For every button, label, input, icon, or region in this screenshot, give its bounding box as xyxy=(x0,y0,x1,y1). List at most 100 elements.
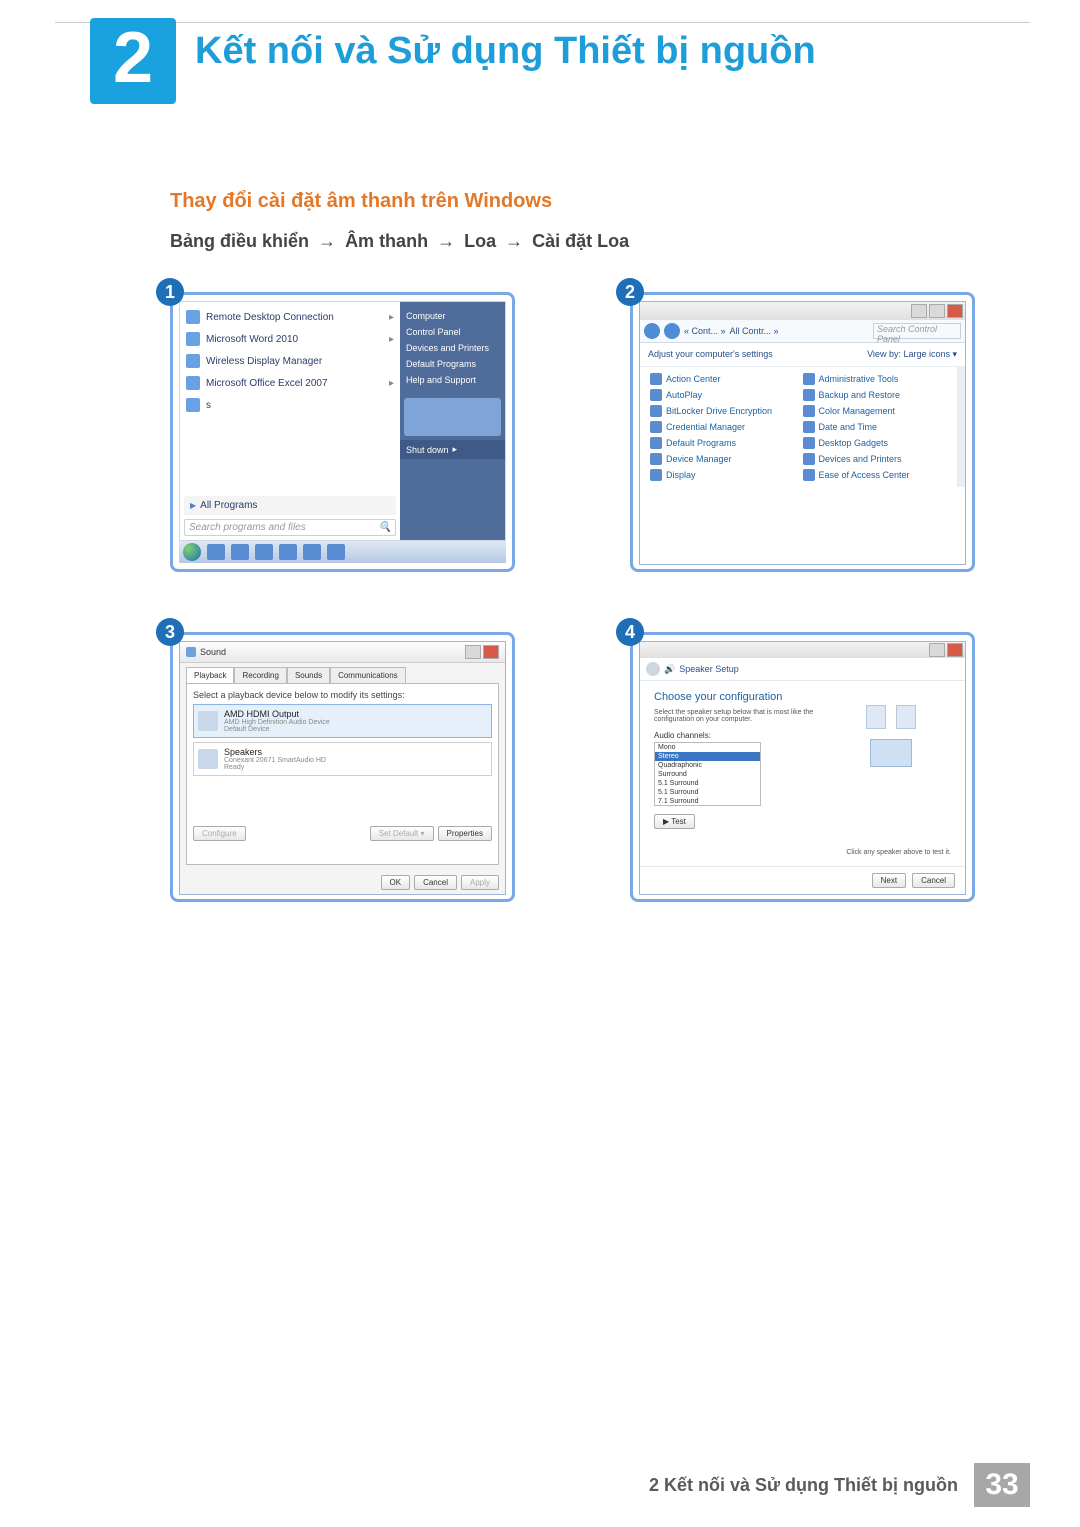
taskbar-item[interactable] xyxy=(303,544,321,560)
tab-communications[interactable]: Communications xyxy=(330,667,406,683)
display-icon xyxy=(650,469,662,481)
cp-item[interactable]: Date and Time xyxy=(803,421,948,433)
arrow-icon: → xyxy=(437,231,455,251)
playback-device[interactable]: AMD HDMI Output AMD High Definition Audi… xyxy=(193,704,492,738)
cp-item[interactable]: Default Programs xyxy=(650,437,795,449)
close-icon[interactable] xyxy=(483,645,499,659)
list-item[interactable]: Stereo xyxy=(655,752,760,761)
maximize-icon[interactable] xyxy=(929,304,945,318)
forward-icon[interactable] xyxy=(664,323,680,339)
start-right-item[interactable]: Devices and Printers xyxy=(406,340,499,356)
app-icon xyxy=(186,310,200,324)
start-menu-right: Computer Control Panel Devices and Print… xyxy=(400,302,505,540)
device-sub: Conexant 20671 SmartAudio HD xyxy=(224,757,326,764)
search-input[interactable]: Search Control Panel xyxy=(873,323,961,339)
cp-item[interactable]: Administrative Tools xyxy=(803,373,948,385)
list-item[interactable]: Surround xyxy=(655,770,760,779)
device-name: Speakers xyxy=(224,747,326,757)
cp-item[interactable]: Backup and Restore xyxy=(803,389,948,401)
start-right-item[interactable]: Help and Support xyxy=(406,372,499,388)
list-item[interactable]: Mono xyxy=(655,743,760,752)
minimize-icon[interactable] xyxy=(929,643,945,657)
cp-item[interactable]: Desktop Gadgets xyxy=(803,437,948,449)
apply-button[interactable]: Apply xyxy=(461,875,499,890)
gadgets-icon xyxy=(803,437,815,449)
list-item[interactable]: Quadraphonic xyxy=(655,761,760,770)
cp-item[interactable]: BitLocker Drive Encryption xyxy=(650,405,795,417)
chevron-right-icon: ▸ xyxy=(453,444,458,455)
cp-item[interactable]: Devices and Printers xyxy=(803,453,948,465)
list-item[interactable]: 5.1 Surround xyxy=(655,788,760,797)
taskbar-item[interactable] xyxy=(327,544,345,560)
tab-recording[interactable]: Recording xyxy=(234,667,286,683)
cp-item-label: Display xyxy=(666,470,696,480)
list-item[interactable]: 7.1 Surround xyxy=(655,797,760,806)
speaker-graphic-icon[interactable] xyxy=(866,705,886,729)
cp-item[interactable]: Device Manager xyxy=(650,453,795,465)
configure-button[interactable]: Configure xyxy=(193,826,246,841)
step-3: 3 Sound Playback Recording Sounds Commun… xyxy=(170,632,540,902)
cp-item[interactable]: Action Center xyxy=(650,373,795,385)
cp-item[interactable]: AutoPlay xyxy=(650,389,795,401)
step-number-badge: 1 xyxy=(156,278,184,306)
cp-item-label: Administrative Tools xyxy=(819,374,899,384)
cp-item[interactable]: Credential Manager xyxy=(650,421,795,433)
start-right-item[interactable]: Control Panel xyxy=(406,324,499,340)
start-menu-item[interactable]: Microsoft Office Excel 2007▸ xyxy=(184,372,396,394)
minimize-icon[interactable] xyxy=(911,304,927,318)
tab-playback[interactable]: Playback xyxy=(186,667,234,683)
breadcrumb[interactable]: « Cont... » xyxy=(684,326,726,336)
cp-item-label: Action Center xyxy=(666,374,721,384)
device-icon xyxy=(198,749,218,769)
start-menu-item[interactable]: Microsoft Word 2010▸ xyxy=(184,328,396,350)
list-item[interactable]: 5.1 Surround xyxy=(655,779,760,788)
taskbar-item[interactable] xyxy=(207,544,225,560)
cp-item[interactable]: Display xyxy=(650,469,795,481)
cancel-button[interactable]: Cancel xyxy=(912,873,955,888)
diagram-hint: Click any speaker above to test it. xyxy=(846,849,951,856)
cancel-button[interactable]: Cancel xyxy=(414,875,457,890)
start-menu-item[interactable]: Remote Desktop Connection▸ xyxy=(184,306,396,328)
viewby-dropdown[interactable]: View by: Large icons ▾ xyxy=(867,349,957,360)
device-name: AMD HDMI Output xyxy=(224,709,330,719)
tab-sounds[interactable]: Sounds xyxy=(287,667,330,683)
taskbar-item[interactable] xyxy=(279,544,297,560)
help-icon[interactable] xyxy=(465,645,481,659)
programs-icon xyxy=(650,437,662,449)
cp-item[interactable]: Ease of Access Center xyxy=(803,469,948,481)
close-icon[interactable] xyxy=(947,304,963,318)
device-status: Ready xyxy=(224,764,326,771)
cp-item-label: Devices and Printers xyxy=(819,454,902,464)
chevron-right-icon: ▸ xyxy=(389,334,394,345)
step-2: 2 « Cont... » All Contr... » xyxy=(630,292,1000,572)
back-icon[interactable] xyxy=(646,662,660,676)
back-icon[interactable] xyxy=(644,323,660,339)
ok-button[interactable]: OK xyxy=(381,875,411,890)
next-button[interactable]: Next xyxy=(872,873,906,888)
taskbar-item[interactable] xyxy=(255,544,273,560)
test-button[interactable]: ▶ Test xyxy=(654,814,695,829)
playback-device[interactable]: Speakers Conexant 20671 SmartAudio HD Re… xyxy=(193,742,492,776)
start-right-item[interactable]: Default Programs xyxy=(406,356,499,372)
start-right-item[interactable]: Computer xyxy=(406,308,499,324)
step-number-badge: 4 xyxy=(616,618,644,646)
set-default-button[interactable]: Set Default ▾ xyxy=(370,826,434,841)
all-programs[interactable]: All Programs xyxy=(184,496,396,515)
wizard-title: Speaker Setup xyxy=(679,664,739,674)
shutdown-button[interactable]: Shut down▸ xyxy=(400,440,505,459)
device-icon xyxy=(198,711,218,731)
step-number-badge: 2 xyxy=(616,278,644,306)
close-icon[interactable] xyxy=(947,643,963,657)
start-orb-icon[interactable] xyxy=(183,543,201,561)
access-icon xyxy=(803,469,815,481)
start-menu-item[interactable]: Wireless Display Manager xyxy=(184,350,396,372)
taskbar-item[interactable] xyxy=(231,544,249,560)
start-search-input[interactable]: Search programs and files🔍 xyxy=(184,519,396,536)
path-part: Bảng điều khiển xyxy=(170,231,309,251)
audio-channels-list[interactable]: Mono Stereo Quadraphonic Surround 5.1 Su… xyxy=(654,742,761,806)
breadcrumb[interactable]: All Contr... » xyxy=(730,326,779,336)
cp-header: Adjust your computer's settings View by:… xyxy=(640,343,965,367)
speaker-graphic-icon[interactable] xyxy=(896,705,916,729)
start-menu-item[interactable]: s xyxy=(184,394,396,416)
cp-item[interactable]: Color Management xyxy=(803,405,948,417)
